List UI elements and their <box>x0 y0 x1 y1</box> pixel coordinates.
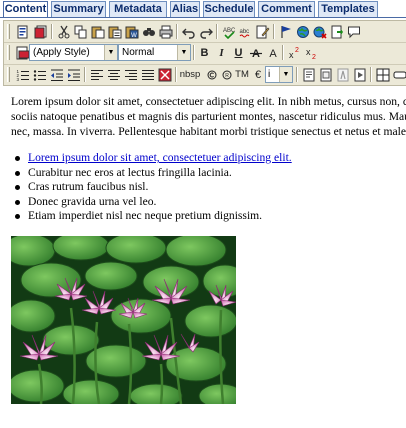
underline-button[interactable]: U <box>230 44 247 61</box>
svg-text:ABC: ABC <box>223 28 236 34</box>
list-item: Cras rutrum faucibus nisl. <box>15 180 292 195</box>
italic-button[interactable]: I <box>213 44 230 61</box>
paragraph-line-3: nec, massa. In viverra. Pellentesque hab… <box>11 125 406 138</box>
print-icon[interactable] <box>157 23 174 40</box>
spellcheck-icon[interactable]: ABC <box>220 23 237 40</box>
svg-text:3: 3 <box>16 77 19 82</box>
more-options-icon[interactable] <box>391 66 406 83</box>
list-item: Donec gravida urna vel leo. <box>15 195 292 210</box>
copy-icon[interactable] <box>72 23 89 40</box>
subscript-icon[interactable]: x2 <box>303 44 320 61</box>
euro-button[interactable]: € <box>252 66 264 83</box>
insert-media-icon[interactable] <box>351 66 368 83</box>
align-right-icon[interactable] <box>122 66 139 83</box>
svg-text:A: A <box>269 48 277 60</box>
redo-icon[interactable] <box>197 23 214 40</box>
special-char-select[interactable]: i ▼ <box>265 66 293 83</box>
cut-icon[interactable] <box>55 23 72 40</box>
svg-text:x: x <box>289 50 294 60</box>
apply-style-value: (Apply Style) <box>33 47 90 58</box>
list-item: Lorem ipsum dolor sit amet, consectetuer… <box>15 151 292 166</box>
hyperlink-globe-icon[interactable] <box>294 23 311 40</box>
svg-text:R: R <box>225 73 229 79</box>
indent-icon[interactable] <box>65 66 82 83</box>
find-icon[interactable] <box>140 23 157 40</box>
numbered-list-icon[interactable]: 123 <box>14 66 31 83</box>
paste-text-icon[interactable] <box>106 23 123 40</box>
edit-icon[interactable] <box>254 23 271 40</box>
document-link-icon[interactable] <box>328 23 345 40</box>
apply-style-select[interactable]: (Apply Style) ▼ <box>29 44 118 61</box>
svg-text:x: x <box>306 47 311 57</box>
bold-button[interactable]: B <box>196 44 213 61</box>
strikethrough-icon[interactable]: A <box>247 44 264 61</box>
svg-text:2: 2 <box>295 47 299 54</box>
templates-icon[interactable] <box>32 23 49 40</box>
paragraph-line-2: sociis natoque penatibus et magnis dis p… <box>11 110 406 123</box>
remove-format-icon[interactable] <box>156 66 173 83</box>
bulleted-list-icon[interactable] <box>31 66 48 83</box>
svg-text:2: 2 <box>312 54 316 60</box>
editor-content[interactable]: Lorem ipsum dolor sit amet, consectetuer… <box>11 94 406 428</box>
align-left-icon[interactable] <box>88 66 105 83</box>
bullet-list: Lorem ipsum dolor sit amet, consectetuer… <box>15 151 292 224</box>
tab-summary[interactable]: Summary <box>51 1 106 17</box>
superscript-icon[interactable]: x2 <box>286 44 303 61</box>
tab-templates[interactable]: Templates <box>318 1 378 17</box>
chevron-down-icon[interactable]: ▼ <box>177 45 190 60</box>
anchor-flag-icon[interactable] <box>277 23 294 40</box>
tab-schedule[interactable]: Schedule <box>203 1 255 17</box>
undo-icon[interactable] <box>180 23 197 40</box>
toolbar-grip[interactable] <box>7 24 10 39</box>
nbsp-button[interactable]: nbsp <box>179 66 201 83</box>
paste-word-icon[interactable]: W <box>123 23 140 40</box>
list-item: Curabitur nec eros at lectus fringilla l… <box>15 166 292 181</box>
tab-comment[interactable]: Comment <box>258 1 315 17</box>
source-icon[interactable] <box>14 23 31 40</box>
tab-content[interactable]: Content <box>3 1 48 17</box>
tab-bar: Content Summary Metadata Alias Schedule … <box>0 0 406 18</box>
tab-alias[interactable]: Alias <box>170 1 200 17</box>
list-item-link[interactable]: Lorem ipsum dolor sit amet, consectetuer… <box>28 151 292 164</box>
water-lily-photo[interactable] <box>11 236 236 404</box>
spell-as-you-type-icon[interactable]: abc <box>237 23 254 40</box>
trademark-button[interactable]: TM <box>233 66 251 83</box>
svg-text:W: W <box>131 33 137 39</box>
unlink-globe-icon[interactable] <box>311 23 328 40</box>
toolbar-grip[interactable] <box>7 67 10 82</box>
justify-icon[interactable] <box>139 66 156 83</box>
chevron-down-icon[interactable]: ▼ <box>104 45 117 60</box>
comment-icon[interactable] <box>345 23 362 40</box>
paragraph-line-1: Lorem ipsum dolor sit amet, consectetuer… <box>11 95 406 108</box>
toolbar-grip[interactable] <box>7 45 10 60</box>
outdent-icon[interactable] <box>48 66 65 83</box>
list-item: Etiam imperdiet nisl nec neque pretium d… <box>15 209 292 224</box>
paste-icon[interactable] <box>89 23 106 40</box>
chevron-down-icon[interactable]: ▼ <box>279 67 292 82</box>
insert-table-icon[interactable] <box>374 66 391 83</box>
toolbar-row-1: W ABC abc <box>4 21 406 42</box>
font-color-icon[interactable]: A <box>264 44 281 61</box>
insert-image-icon[interactable] <box>317 66 334 83</box>
special-char-value: i <box>268 69 271 80</box>
format-value: Normal <box>122 47 155 58</box>
insert-document-icon[interactable] <box>300 66 317 83</box>
format-select[interactable]: Normal ▼ <box>118 44 191 61</box>
toolbar-row-3: 123 nbsp R TM € i ▼ <box>4 64 406 85</box>
tab-underline <box>0 17 406 18</box>
align-center-icon[interactable] <box>105 66 122 83</box>
toolbar-row-2: (Apply Style) ▼ Normal ▼ B I U A A x2 x2 <box>4 42 406 63</box>
svg-text:abc: abc <box>239 29 249 35</box>
tab-metadata[interactable]: Metadata <box>109 1 167 17</box>
editor-toolbar: W ABC abc (Apply Style) ▼ Normal ▼ B I U… <box>3 20 406 86</box>
insert-flash-icon[interactable] <box>334 66 351 83</box>
